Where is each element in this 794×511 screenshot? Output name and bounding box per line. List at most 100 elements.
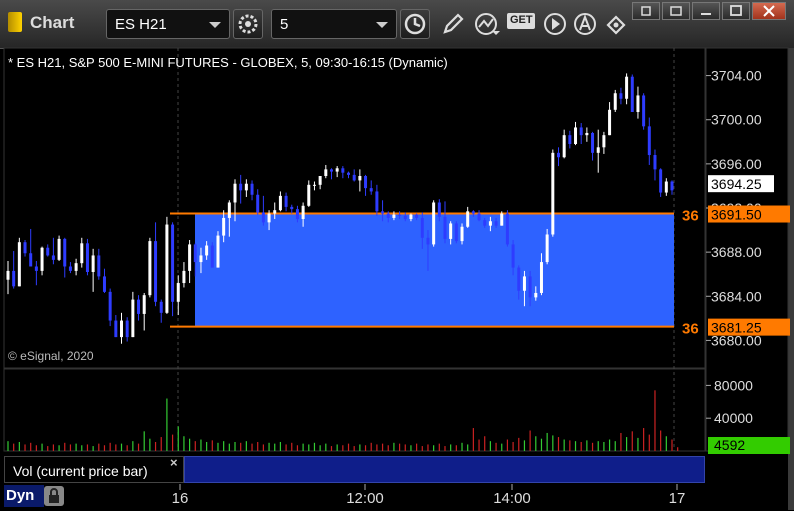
candle-body bbox=[29, 253, 33, 267]
price-chart[interactable]: 3636 3704.003700.003696.003692.003688.00… bbox=[0, 0, 794, 510]
candle-body bbox=[602, 135, 606, 148]
candle-body bbox=[488, 221, 492, 226]
candle-body bbox=[284, 195, 288, 207]
candle-body bbox=[40, 247, 44, 271]
candle-body bbox=[63, 238, 67, 267]
candle-body bbox=[545, 234, 549, 263]
candle-body bbox=[522, 276, 526, 291]
candle-body bbox=[295, 209, 299, 220]
candle-body bbox=[415, 214, 419, 218]
zone-price-label: 3691.50 bbox=[711, 207, 762, 223]
candle-body bbox=[239, 183, 243, 191]
candle-body bbox=[364, 176, 368, 189]
candle-body bbox=[647, 126, 651, 156]
candle-body bbox=[227, 202, 231, 218]
candle bbox=[85, 238, 89, 276]
candle-body bbox=[664, 181, 668, 193]
candle-body bbox=[659, 169, 663, 193]
candle bbox=[432, 200, 436, 247]
candle-body bbox=[256, 194, 260, 213]
candle-body bbox=[91, 255, 95, 272]
candle-body bbox=[176, 283, 180, 302]
candle-body bbox=[51, 255, 55, 260]
candle-body bbox=[642, 95, 646, 127]
price-tick-label: 3700.00 bbox=[711, 112, 762, 128]
candle-body bbox=[131, 299, 135, 338]
candle-body bbox=[483, 220, 487, 226]
candle-body bbox=[460, 226, 464, 242]
candle-body bbox=[369, 188, 373, 192]
candle-body bbox=[324, 169, 328, 176]
candle-body bbox=[653, 155, 657, 170]
candle-body bbox=[74, 263, 78, 271]
candle bbox=[216, 231, 220, 268]
candle-body bbox=[454, 223, 458, 242]
candle-body bbox=[579, 127, 583, 136]
candle-body bbox=[233, 183, 237, 203]
candle bbox=[551, 149, 555, 237]
candle-body bbox=[437, 202, 441, 217]
candle-body bbox=[171, 224, 175, 302]
candle-body bbox=[261, 212, 265, 223]
volume-pane-frame bbox=[3, 368, 706, 452]
candle bbox=[210, 242, 214, 268]
candle-body bbox=[562, 135, 566, 158]
candle-body bbox=[466, 211, 470, 227]
candle-body bbox=[23, 242, 27, 254]
time-tick-label: 12:00 bbox=[346, 490, 384, 507]
volume-pane-label[interactable]: Vol (current price bar) bbox=[4, 456, 184, 483]
candle-body bbox=[329, 169, 333, 172]
price-tick-label: 3696.00 bbox=[711, 156, 762, 172]
candle-body bbox=[137, 299, 141, 314]
volume-close-icon[interactable]: × bbox=[170, 455, 178, 470]
candle-body bbox=[591, 132, 595, 153]
candle bbox=[108, 288, 112, 327]
candle-body bbox=[142, 295, 146, 314]
candle-body bbox=[375, 191, 379, 212]
candle-body bbox=[199, 255, 203, 263]
candle-body bbox=[312, 184, 316, 186]
candle-body bbox=[403, 215, 407, 220]
dynamic-button[interactable]: Dyn bbox=[4, 485, 44, 507]
lock-icon[interactable] bbox=[44, 486, 64, 506]
candle-body bbox=[250, 183, 254, 195]
candle-body bbox=[449, 223, 453, 239]
candle-body bbox=[273, 210, 277, 214]
candle-body bbox=[534, 292, 538, 298]
candle-body bbox=[12, 270, 16, 287]
candle-body bbox=[636, 95, 640, 112]
candle-body bbox=[6, 270, 10, 280]
candle-body bbox=[352, 174, 356, 181]
candle-body bbox=[386, 213, 390, 218]
time-axis: 16 12:00 14:00 17 bbox=[0, 484, 788, 510]
dynamic-label: Dyn bbox=[6, 487, 35, 504]
candle-body bbox=[188, 244, 192, 271]
candle-body bbox=[505, 213, 509, 245]
candle-body bbox=[608, 109, 612, 136]
candle-body bbox=[154, 241, 158, 302]
candle-body bbox=[17, 242, 21, 287]
candle bbox=[630, 74, 634, 112]
candle-body bbox=[630, 76, 634, 112]
candle-body bbox=[539, 262, 543, 293]
candle-body bbox=[114, 320, 118, 338]
candle-body bbox=[80, 243, 84, 264]
candle-body bbox=[108, 291, 112, 321]
candle-body bbox=[125, 320, 129, 338]
candle-body bbox=[267, 213, 271, 223]
candle-body bbox=[528, 276, 532, 298]
chart-header: * ES H21, S&P 500 E-MINI FUTURES - GLOBE… bbox=[8, 55, 448, 70]
candle-body bbox=[409, 214, 413, 220]
candle-body bbox=[670, 181, 674, 191]
candle-body bbox=[500, 213, 504, 226]
volume-pane-band bbox=[184, 456, 705, 483]
candle-body bbox=[574, 127, 578, 144]
candle-body bbox=[347, 172, 351, 175]
candle-body bbox=[511, 244, 515, 268]
candle-body bbox=[148, 241, 152, 296]
volume-tick-label: 80000 bbox=[714, 377, 753, 393]
candle bbox=[505, 210, 509, 247]
candle-body bbox=[290, 206, 294, 210]
candle bbox=[17, 237, 21, 287]
candle-body bbox=[102, 276, 106, 292]
